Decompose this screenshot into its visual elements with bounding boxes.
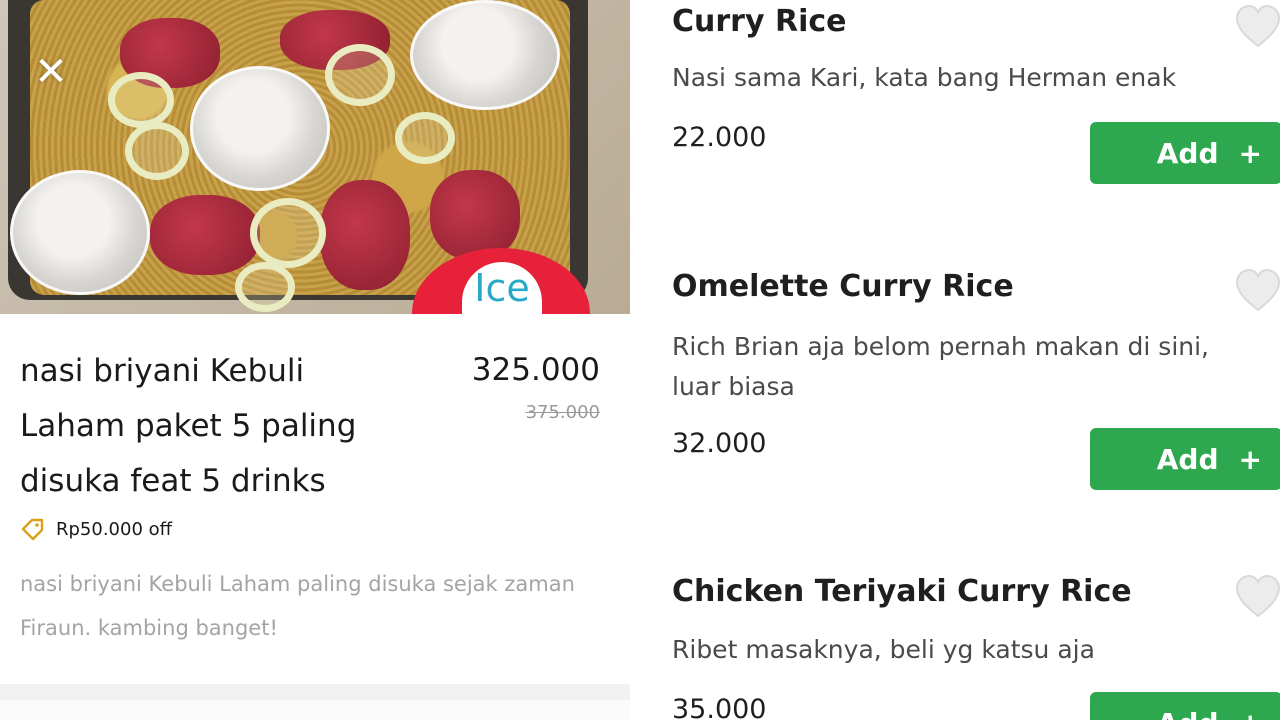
tag-icon <box>21 518 44 541</box>
add-button-label: Add <box>1156 136 1219 170</box>
menu-list: Curry Rice Nasi sama Kari, kata bang Her… <box>650 0 1280 720</box>
menu-item-chicken-teriyaki-curry-rice[interactable]: Chicken Teriyaki Curry Rice Ribet masakn… <box>672 570 1280 720</box>
meat-piece <box>150 195 260 275</box>
product-name: nasi briyani Kebuli Laham paket 5 paling… <box>20 353 357 499</box>
menu-item-name: Omelette Curry Rice <box>672 269 1014 304</box>
product-price: 325.000 <box>471 352 600 388</box>
menu-item-curry-rice[interactable]: Curry Rice Nasi sama Kari, kata bang Her… <box>672 0 1280 200</box>
original-price: 375.000 <box>525 402 600 423</box>
add-button-label: Add <box>1157 707 1219 720</box>
product-description: nasi briyani Kebuli Laham paling disuka … <box>20 572 575 640</box>
onion-ring <box>325 44 395 106</box>
onion-ring <box>250 198 326 268</box>
onion-ring <box>235 262 295 312</box>
add-button[interactable]: Add + <box>1090 122 1280 184</box>
heart-icon[interactable] <box>1234 268 1280 314</box>
product-detail-panel: Ice ✕ nasi briyani Kebuli Laham paket 5 … <box>0 0 630 720</box>
menu-item-price: 22.000 <box>672 122 767 153</box>
promo-badge: Rp50.000 off <box>20 514 172 544</box>
menu-item-price: 35.000 <box>672 694 767 720</box>
menu-item-price: 32.000 <box>672 428 767 459</box>
sauce-cup <box>190 66 330 191</box>
onion-ring <box>108 72 174 128</box>
meat-piece <box>320 180 410 290</box>
plus-icon: + <box>1238 442 1262 476</box>
plus-icon: + <box>1239 707 1262 720</box>
menu-item-description: Rich Brian aja belom pernah makan di sin… <box>672 332 1209 401</box>
promo-text: Rp50.000 off <box>56 518 173 540</box>
add-button-label: Add <box>1156 442 1219 476</box>
menu-item-description: Ribet masaknya, beli yg katsu aja <box>672 635 1095 664</box>
add-button[interactable]: Add + <box>1090 428 1280 490</box>
add-button[interactable]: Add + <box>1090 692 1280 720</box>
plus-icon: + <box>1238 136 1262 170</box>
meat-piece <box>430 170 520 260</box>
menu-item-name: Curry Rice <box>672 4 847 39</box>
menu-item-description: Nasi sama Kari, kata bang Herman enak <box>672 63 1177 92</box>
close-icon[interactable]: ✕ <box>30 52 72 94</box>
heart-icon[interactable] <box>1234 574 1280 620</box>
panel-divider <box>630 0 650 720</box>
heart-icon[interactable] <box>1234 4 1280 50</box>
menu-item-omelette-curry-rice[interactable]: Omelette Curry Rice Rich Brian aja belom… <box>672 265 1280 505</box>
sauce-cup <box>410 0 560 110</box>
section-divider <box>0 684 630 700</box>
product-photo: Ice ✕ <box>0 0 630 314</box>
menu-item-name: Chicken Teriyaki Curry Rice <box>672 574 1132 609</box>
onion-ring <box>395 112 455 164</box>
next-section <box>0 700 630 720</box>
onion-ring <box>125 122 189 180</box>
ice-badge-label: Ice <box>462 262 542 314</box>
sauce-cup <box>10 170 150 295</box>
